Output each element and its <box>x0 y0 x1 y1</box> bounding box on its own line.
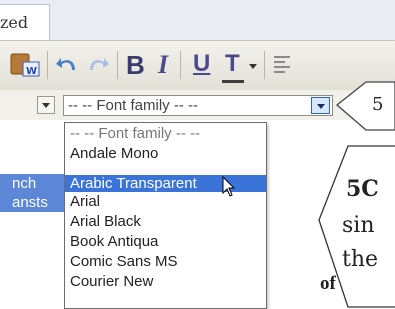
text-color-button[interactable]: T <box>225 50 240 78</box>
bold-button[interactable]: B <box>126 50 145 80</box>
callout-arrow-shape <box>336 81 395 131</box>
paste-word-icon[interactable]: W <box>8 50 42 78</box>
text-color-dropdown-icon[interactable] <box>248 50 258 78</box>
font-family-select[interactable]: -- -- Font family -- -- <box>63 95 333 116</box>
font-family-select-value: -- -- Font family -- -- <box>68 97 198 114</box>
dropdown-item[interactable]: Arial <box>65 193 266 210</box>
svg-text:W: W <box>26 66 37 77</box>
dropdown-item[interactable]: Book Antiqua <box>65 233 266 250</box>
dropdown-item[interactable]: Arial Black <box>65 213 266 230</box>
dropdown-item[interactable]: -- -- Font family -- -- <box>65 125 266 142</box>
redo-icon[interactable] <box>84 50 110 78</box>
highlighted-text-line: ansts <box>0 193 70 212</box>
callout-line: sin <box>342 213 375 238</box>
chevron-down-icon[interactable] <box>311 97 330 114</box>
dropdown-item[interactable]: Courier New <box>65 273 266 290</box>
dropdown-item[interactable]: Comic Sans MS <box>65 253 266 270</box>
toolbar-separator <box>264 51 265 79</box>
italic-button[interactable]: I <box>158 50 168 79</box>
align-left-icon[interactable] <box>272 50 294 78</box>
tab-label: zed <box>0 13 29 32</box>
toolbar-separator <box>47 51 48 79</box>
underline-button[interactable]: U <box>193 50 210 78</box>
undo-icon[interactable] <box>55 50 81 78</box>
callout-line: the <box>342 247 379 272</box>
toolbar-separator <box>117 51 118 79</box>
tab-active[interactable]: zed <box>0 4 50 40</box>
dropdown-item-selected[interactable]: Arabic Transparent <box>65 175 266 192</box>
tab-strip: zed <box>0 0 395 40</box>
highlighted-text-line: nch <box>0 174 70 193</box>
toolbar-separator <box>180 51 181 79</box>
font-family-dropdown-list: -- -- Font family -- -- Andale Mono Arab… <box>64 122 267 309</box>
format-dropdown-arrow[interactable] <box>37 96 55 114</box>
callout-step-number: 5 <box>372 94 384 115</box>
mouse-cursor-icon <box>222 176 236 197</box>
text-color-bar <box>222 80 244 83</box>
dropdown-item[interactable]: Andale Mono <box>65 145 266 162</box>
callout-title: 5C <box>346 176 379 202</box>
